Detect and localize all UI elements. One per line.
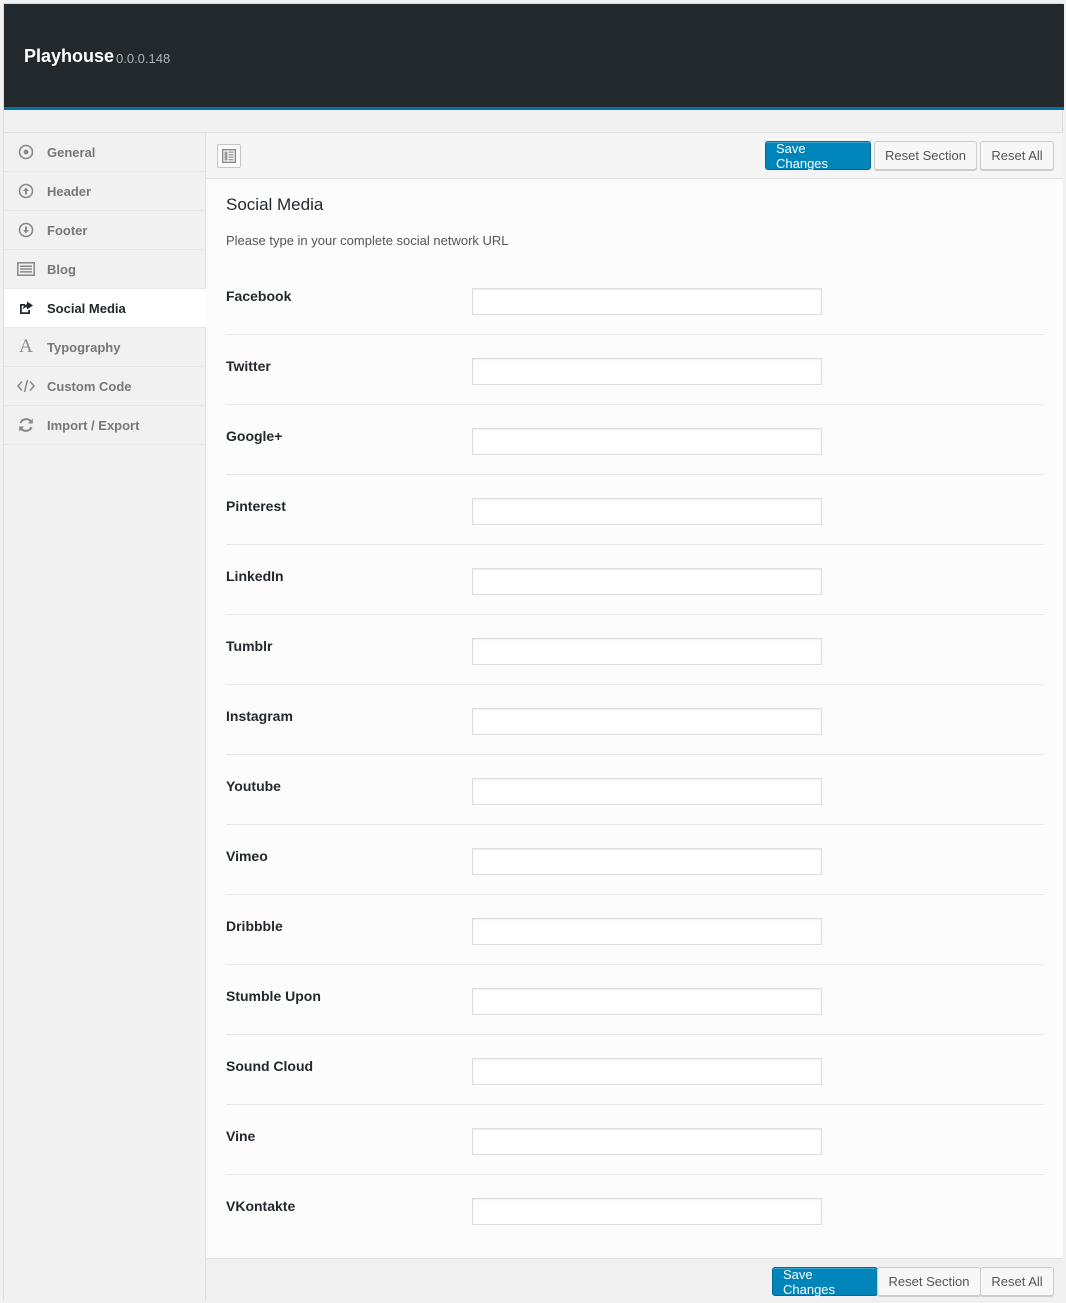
field-row-twitter: Twitter (226, 335, 1044, 405)
sidebar-item-header[interactable]: Header (4, 172, 205, 211)
sidebar-item-import-export[interactable]: Import / Export (4, 406, 205, 445)
sidebar-item-label: Custom Code (47, 379, 132, 394)
section-description: Please type in your complete social netw… (226, 233, 509, 248)
code-icon (17, 377, 35, 395)
field-label: LinkedIn (226, 568, 284, 584)
field-label: Instagram (226, 708, 293, 724)
twitter-url-input[interactable] (472, 358, 822, 385)
font-icon: A (19, 336, 33, 357)
googleplus-url-input[interactable] (472, 428, 822, 455)
layout-icon (222, 149, 236, 163)
share-icon (17, 299, 35, 317)
sidebar-item-label: Header (47, 184, 92, 199)
instagram-url-input[interactable] (472, 708, 822, 735)
field-row-dribbble: Dribbble (226, 895, 1044, 965)
sidebar-item-label: Blog (47, 262, 76, 277)
theme-title: Playhouse (24, 46, 115, 66)
reset-section-button[interactable]: Reset Section (874, 141, 977, 170)
dribbble-url-input[interactable] (472, 918, 822, 945)
section-title: Social Media (226, 195, 324, 214)
arrow-down-circle-icon (17, 221, 35, 239)
vkontakte-url-input[interactable] (472, 1198, 822, 1225)
field-label: Vimeo (226, 848, 268, 864)
field-label: Sound Cloud (226, 1058, 314, 1074)
bottom-toolbar: Save Changes Reset Section Reset All (206, 1258, 1063, 1302)
expand-options-button[interactable] (217, 144, 241, 168)
field-row-sound-cloud: Sound Cloud (226, 1035, 1044, 1105)
field-row-vine: Vine (226, 1105, 1044, 1175)
sidebar-item-label: Footer (47, 223, 88, 238)
tumblr-url-input[interactable] (472, 638, 822, 665)
reset-all-button[interactable]: Reset All (980, 141, 1054, 170)
reset-all-button[interactable]: Reset All (980, 1267, 1054, 1296)
stumbleupon-url-input[interactable] (472, 988, 822, 1015)
field-row-googleplus: Google+ (226, 405, 1044, 475)
field-label: Twitter (226, 358, 271, 374)
field-label: Tumblr (226, 638, 273, 654)
field-label: Vine (226, 1128, 256, 1144)
sidebar-item-label: Import / Export (47, 418, 140, 433)
sidebar-item-social-media[interactable]: Social Media (4, 289, 206, 328)
pinterest-url-input[interactable] (472, 498, 822, 525)
field-label: VKontakte (226, 1198, 296, 1214)
field-row-instagram: Instagram (226, 685, 1044, 755)
field-label: Google+ (226, 428, 283, 444)
options-panel: Playhouse 0.0.0.148 General Header Foote… (3, 3, 1064, 1302)
sidebar-item-label: General (47, 145, 96, 160)
facebook-url-input[interactable] (472, 288, 822, 315)
linkedin-url-input[interactable] (472, 568, 822, 595)
top-toolbar: Save Changes Reset Section Reset All (206, 133, 1063, 179)
field-row-vimeo: Vimeo (226, 825, 1044, 895)
field-label: Dribbble (226, 918, 283, 934)
field-row-facebook: Facebook (226, 265, 1044, 335)
sidebar-item-blog[interactable]: Blog (4, 250, 205, 289)
field-row-youtube: Youtube (226, 755, 1044, 825)
field-label: Youtube (226, 778, 281, 794)
field-label: Stumble Upon (226, 988, 321, 1004)
vimeo-url-input[interactable] (472, 848, 822, 875)
soundcloud-url-input[interactable] (472, 1058, 822, 1085)
theme-version: 0.0.0.148 (116, 51, 171, 66)
field-label: Facebook (226, 288, 292, 304)
vine-url-input[interactable] (472, 1128, 822, 1155)
field-row-linkedin: LinkedIn (226, 545, 1044, 615)
save-changes-button[interactable]: Save Changes (765, 141, 871, 171)
main-content: Save Changes Reset Section Reset All Soc… (206, 132, 1063, 1302)
circle-dot-icon (17, 143, 35, 161)
field-label: Pinterest (226, 498, 286, 514)
reset-section-button[interactable]: Reset Section (877, 1267, 981, 1296)
save-changes-button[interactable]: Save Changes (772, 1267, 878, 1297)
field-row-pinterest: Pinterest (226, 475, 1044, 545)
sidebar-item-footer[interactable]: Footer (4, 211, 205, 250)
field-row-stumble-upon: Stumble Upon (226, 965, 1044, 1035)
sidebar-item-general[interactable]: General (4, 133, 205, 172)
refresh-icon (17, 416, 35, 434)
arrow-up-circle-icon (17, 182, 35, 200)
list-icon (17, 260, 35, 278)
sidebar-item-custom-code[interactable]: Custom Code (4, 367, 205, 406)
sidebar-item-label: Social Media (47, 301, 126, 316)
field-row-vkontakte: VKontakte (226, 1175, 1044, 1245)
field-row-tumblr: Tumblr (226, 615, 1044, 685)
sidebar-nav: General Header Footer Blog Social Media (4, 132, 206, 1301)
youtube-url-input[interactable] (472, 778, 822, 805)
sidebar-item-label: Typography (47, 340, 121, 355)
top-header-bar: Playhouse 0.0.0.148 (4, 4, 1064, 110)
sidebar-item-typography[interactable]: A Typography (4, 328, 205, 367)
